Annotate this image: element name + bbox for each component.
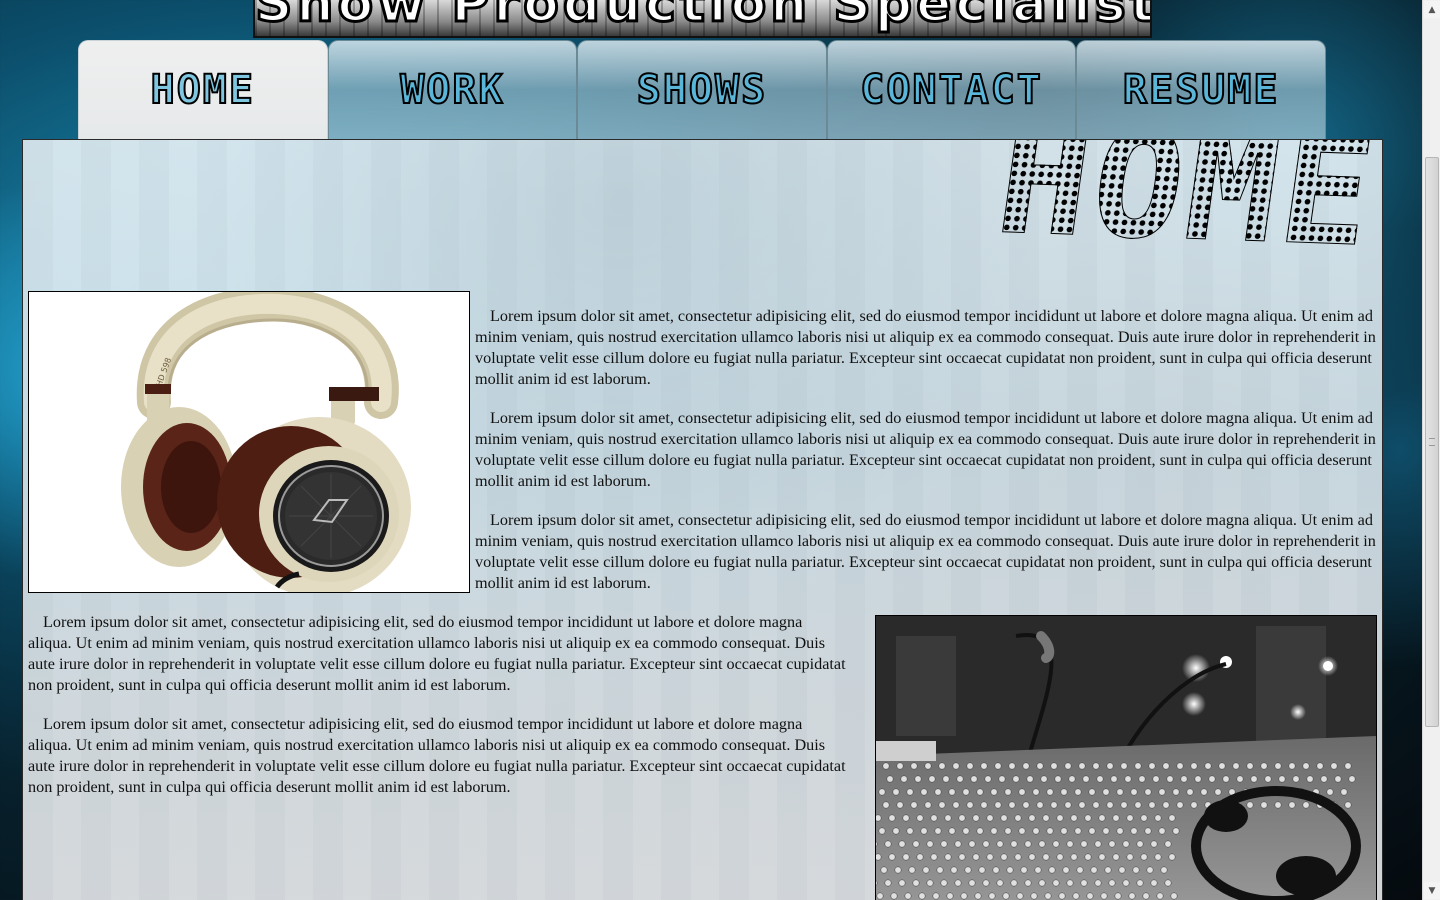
secondary-text: Lorem ipsum dolor sit amet, consectetur … bbox=[28, 612, 848, 816]
page-heading: HOME bbox=[886, 140, 1382, 282]
paragraph: Lorem ipsum dolor sit amet, consectetur … bbox=[28, 613, 846, 694]
content-panel: HOME HD 598 Lorem ipsum dolor sit amet, … bbox=[22, 139, 1383, 900]
tab-label: WORK bbox=[399, 66, 505, 114]
page-scrollbar[interactable]: ▲ ▼ bbox=[1422, 0, 1440, 900]
tab-label: HOME bbox=[150, 66, 255, 114]
paragraph: Lorem ipsum dolor sit amet, consectetur … bbox=[475, 307, 1376, 388]
tab-contact[interactable]: CONTACT bbox=[826, 40, 1077, 139]
paragraph: Lorem ipsum dolor sit amet, consectetur … bbox=[475, 511, 1376, 592]
scroll-grip-icon bbox=[1429, 438, 1435, 446]
scroll-thumb[interactable] bbox=[1425, 157, 1439, 727]
headphones-illustration: HD 598 bbox=[29, 292, 469, 592]
main-nav: HOME WORK SHOWS CONTACT RESUME bbox=[78, 40, 1326, 139]
site-banner: Show Production Specialist bbox=[253, 0, 1152, 38]
scroll-down-icon[interactable]: ▼ bbox=[1424, 882, 1440, 899]
mixing-console-photo bbox=[875, 615, 1377, 900]
banner-title: Show Production Specialist bbox=[255, 0, 1152, 36]
tab-work[interactable]: WORK bbox=[327, 40, 578, 139]
tab-label: RESUME bbox=[1122, 66, 1280, 114]
tab-shows[interactable]: SHOWS bbox=[577, 40, 827, 139]
tab-home[interactable]: HOME bbox=[78, 40, 328, 139]
tab-label: SHOWS bbox=[636, 66, 768, 114]
intro-text: Lorem ipsum dolor sit amet, consectetur … bbox=[475, 306, 1380, 612]
headphones-photo: HD 598 bbox=[28, 291, 470, 593]
tab-resume[interactable]: RESUME bbox=[1076, 40, 1326, 139]
scroll-up-icon[interactable]: ▲ bbox=[1424, 1, 1440, 18]
tab-label: CONTACT bbox=[859, 66, 1043, 114]
page-title: HOME bbox=[987, 140, 1382, 281]
mixing-console-illustration bbox=[876, 616, 1376, 900]
paragraph: Lorem ipsum dolor sit amet, consectetur … bbox=[475, 409, 1376, 490]
paragraph: Lorem ipsum dolor sit amet, consectetur … bbox=[28, 715, 846, 796]
